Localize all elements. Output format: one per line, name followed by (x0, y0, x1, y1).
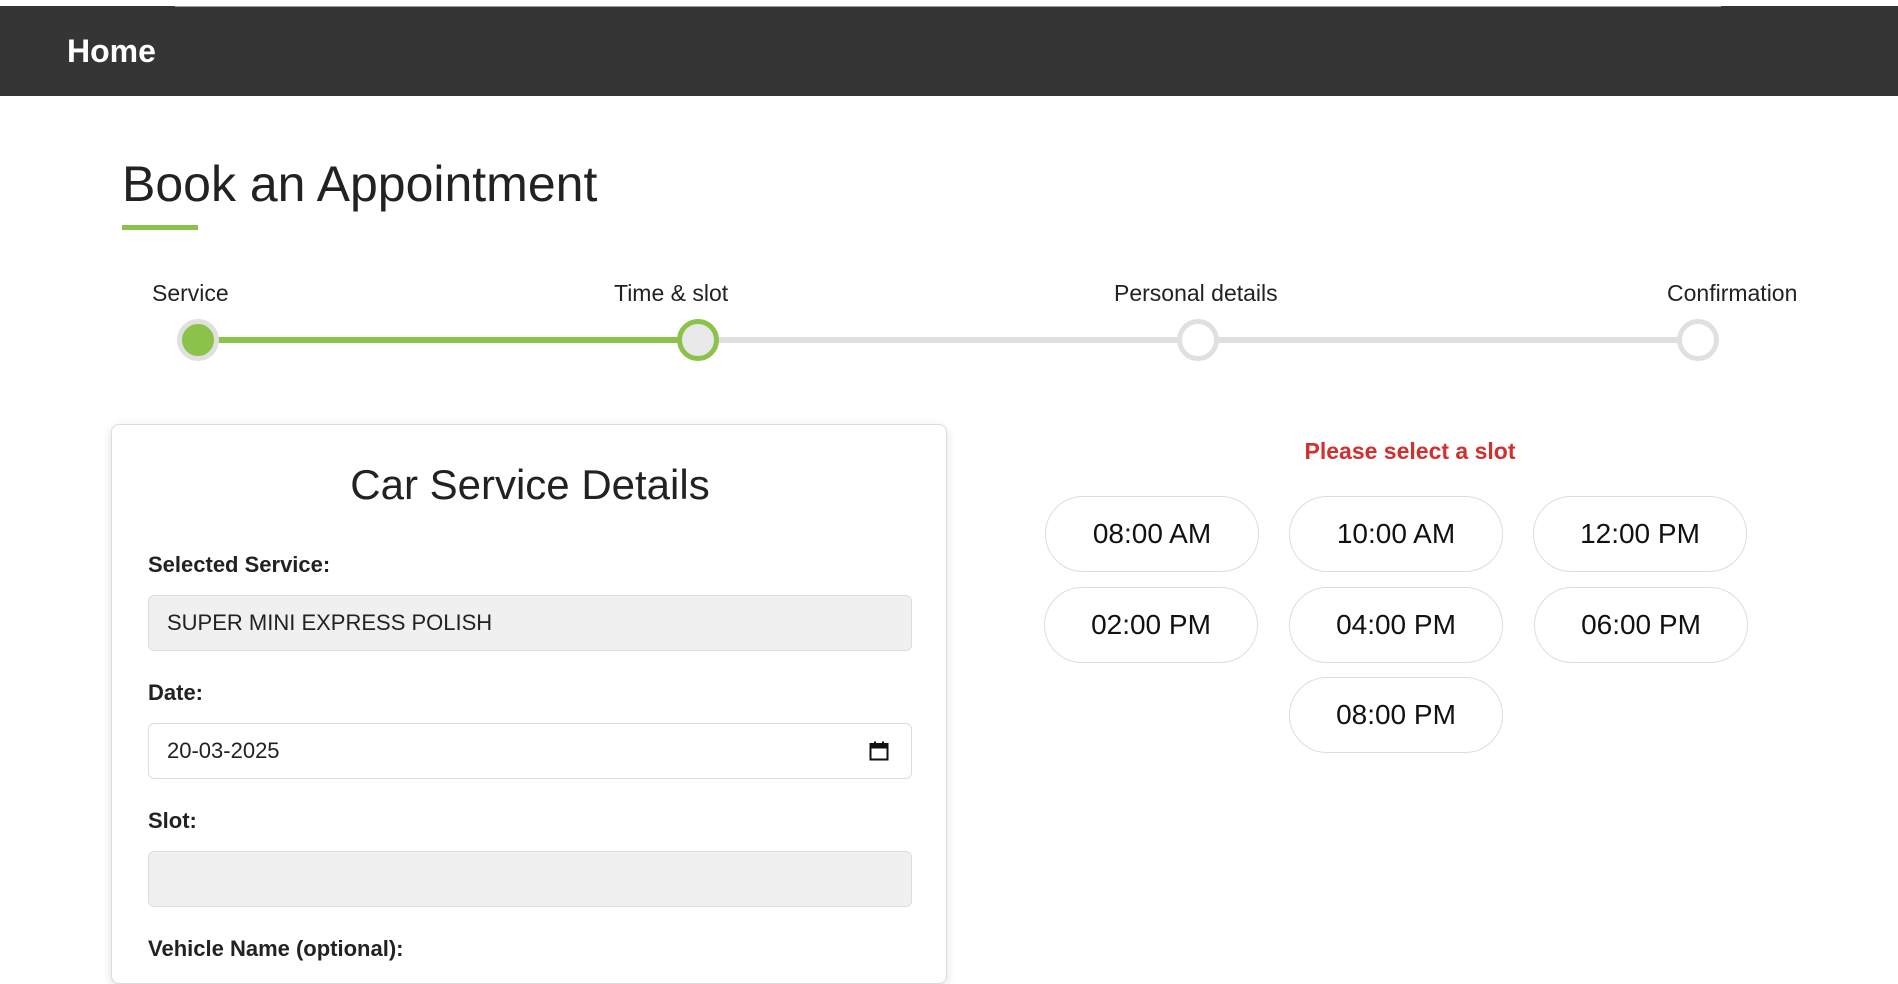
slot-button-0400pm[interactable]: 04:00 PM (1289, 587, 1503, 663)
step-dot-service (177, 319, 219, 361)
title-underline (122, 225, 198, 230)
step-connector-pending (698, 337, 1198, 343)
step-dot-personal-details (1177, 319, 1219, 361)
date-value: 20-03-2025 (167, 738, 280, 763)
step-connector-pending (1198, 337, 1698, 343)
card-title: Car Service Details (350, 461, 710, 508)
home-link[interactable]: Home (67, 33, 156, 70)
slot-field (148, 851, 912, 907)
slot-error-message: Please select a slot (1304, 438, 1516, 464)
slot-button-0800am[interactable]: 08:00 AM (1045, 496, 1259, 572)
navbar-top-border (175, 6, 1721, 7)
slot-button-1200pm[interactable]: 12:00 PM (1533, 496, 1747, 572)
step-label-confirmation: Confirmation (1667, 280, 1798, 306)
step-label-personal-details: Personal details (1114, 280, 1278, 306)
date-label: Date: (148, 680, 204, 705)
step-label-service: Service (152, 280, 229, 306)
step-dot-time-slot (677, 319, 719, 361)
slot-button-1000am[interactable]: 10:00 AM (1289, 496, 1503, 572)
vehicle-name-label: Vehicle Name (optional): (148, 936, 404, 961)
date-field[interactable]: 20-03-2025 (148, 723, 912, 779)
service-details-card: Car Service Details Selected Service: SU… (111, 424, 947, 984)
step-dot-confirmation (1677, 319, 1719, 361)
selected-service-field: SUPER MINI EXPRESS POLISH (148, 595, 912, 651)
slot-label: Slot: (148, 808, 197, 833)
slot-button-0200pm[interactable]: 02:00 PM (1044, 587, 1258, 663)
calendar-icon[interactable] (869, 741, 889, 761)
top-navbar: Home (0, 6, 1898, 96)
slot-button-0800pm[interactable]: 08:00 PM (1289, 677, 1503, 753)
page-title: Book an Appointment (122, 156, 598, 212)
step-connector-completed (198, 337, 698, 343)
slot-button-0600pm[interactable]: 06:00 PM (1534, 587, 1748, 663)
step-label-time-slot: Time & slot (614, 280, 729, 306)
selected-service-label: Selected Service: (148, 552, 331, 577)
